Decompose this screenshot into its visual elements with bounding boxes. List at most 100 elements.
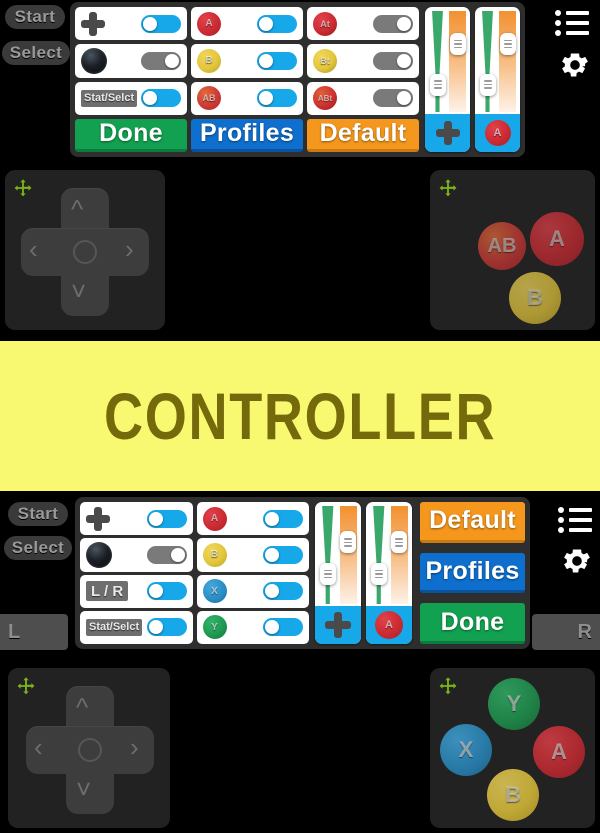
dpad-left-arrow[interactable]: ‹ [34,734,43,760]
slider-target-a[interactable]: A [366,606,412,644]
ab-button[interactable]: AB [478,222,526,270]
dpad-size-opacity-slider[interactable] [425,7,470,152]
a-toggle[interactable] [263,509,303,528]
dpad-right-arrow[interactable]: › [125,236,134,262]
size-track[interactable] [429,11,446,112]
move-handle-icon[interactable] [438,178,458,198]
dpad-size-opacity-slider[interactable] [315,502,361,644]
config-row[interactable] [75,44,187,78]
ab-toggle[interactable] [257,89,297,108]
opacity-track[interactable] [449,11,466,112]
shoulder-right-button[interactable]: R [532,614,600,650]
config-row[interactable] [80,538,193,572]
slider-target-dpad[interactable] [425,114,470,152]
config-row[interactable]: A [191,7,303,41]
lr-toggle[interactable] [146,582,187,601]
b-button[interactable]: B [487,769,539,821]
dpad-up-arrow[interactable]: ^ [71,196,83,222]
config-row[interactable]: Bt [307,44,419,78]
config-row[interactable]: A [196,502,309,536]
x-toggle[interactable] [263,582,303,601]
dpad-down-arrow[interactable]: ˅ [76,776,91,802]
opacity-track[interactable] [499,11,516,112]
list-menu-icon[interactable] [555,8,589,38]
a-button-size-opacity-slider[interactable]: A [366,502,412,644]
at-button-icon: At [313,11,337,36]
opacity-handle[interactable] [449,33,466,56]
a-button-icon: A [197,11,221,36]
opacity-track[interactable] [339,506,357,604]
size-track[interactable] [479,11,496,112]
profiles-button[interactable]: Profiles [420,552,525,594]
buttons-widget[interactable]: AB A B [430,170,595,330]
dpad-right-arrow[interactable]: › [130,734,139,760]
y-button[interactable]: Y [488,678,540,730]
config-row[interactable] [75,7,187,41]
config-row[interactable]: ABt [307,81,419,115]
profiles-button[interactable]: Profiles [191,118,303,152]
buttons-widget[interactable]: Y X A B [430,668,595,828]
size-track[interactable] [319,506,337,604]
done-button[interactable]: Done [420,603,525,645]
gear-icon[interactable] [558,48,592,82]
a-toggle[interactable] [257,14,297,33]
config-row[interactable]: B [191,44,303,78]
a-button[interactable]: A [533,726,585,778]
a-button[interactable]: A [530,212,584,266]
dpad-up-arrow[interactable]: ^ [76,694,88,720]
select-button[interactable]: Select [4,536,72,560]
config-row[interactable]: Y [196,610,309,644]
b-toggle[interactable] [263,545,303,564]
config-row[interactable]: Stat/Selct [75,81,187,115]
gear-icon[interactable] [560,544,594,578]
size-handle[interactable] [370,562,387,585]
dpad-widget[interactable]: ^ ‹ › ˅ [5,170,165,330]
opacity-handle[interactable] [499,33,516,56]
dpad-left-arrow[interactable]: ‹ [29,236,38,262]
config-row[interactable]: AB [191,81,303,115]
size-handle[interactable] [429,73,446,96]
dpad-down-arrow[interactable]: ˅ [71,278,86,304]
y-toggle[interactable] [263,618,303,637]
config-row[interactable]: L / R [80,574,193,608]
size-track[interactable] [370,506,388,604]
size-handle[interactable] [319,562,336,585]
default-button[interactable]: Default [420,502,525,543]
at-toggle[interactable] [373,14,413,33]
joystick-icon [81,47,107,74]
shoulder-left-button[interactable]: L [0,614,68,650]
dpad-widget[interactable]: ^ ‹ › ˅ [8,668,170,828]
b-toggle[interactable] [257,51,297,70]
stat-select-toggle[interactable] [146,618,187,637]
config-row[interactable]: B [196,538,309,572]
slider-target-dpad[interactable] [315,606,361,644]
config-row[interactable]: At [307,7,419,41]
opacity-track[interactable] [390,506,408,604]
controller-banner: CONTROLLER [0,341,600,491]
dpad-toggle[interactable] [146,509,187,528]
a-button-size-opacity-slider[interactable]: A [475,7,520,152]
select-button[interactable]: Select [2,41,70,65]
start-button[interactable]: Start [5,5,65,29]
x-button[interactable]: X [440,724,492,776]
b-button[interactable]: B [509,272,561,324]
move-handle-icon[interactable] [438,676,458,696]
size-handle[interactable] [479,73,496,96]
opacity-handle[interactable] [340,531,357,554]
joystick-toggle[interactable] [141,51,181,70]
default-button[interactable]: Default [307,118,419,152]
joystick-toggle[interactable] [146,545,187,564]
slider-target-a[interactable]: A [475,114,520,152]
dpad-toggle[interactable] [141,14,181,33]
config-row[interactable]: X [196,574,309,608]
bt-toggle[interactable] [373,51,413,70]
opacity-handle[interactable] [391,531,408,554]
config-row[interactable] [80,502,193,536]
start-button[interactable]: Start [8,502,68,526]
list-menu-icon[interactable] [558,505,592,535]
stat-select-toggle[interactable] [141,89,181,108]
abt-toggle[interactable] [373,89,413,108]
done-button[interactable]: Done [75,118,187,152]
dpad-icon [86,506,110,531]
config-row[interactable]: Stat/Selct [80,610,193,644]
